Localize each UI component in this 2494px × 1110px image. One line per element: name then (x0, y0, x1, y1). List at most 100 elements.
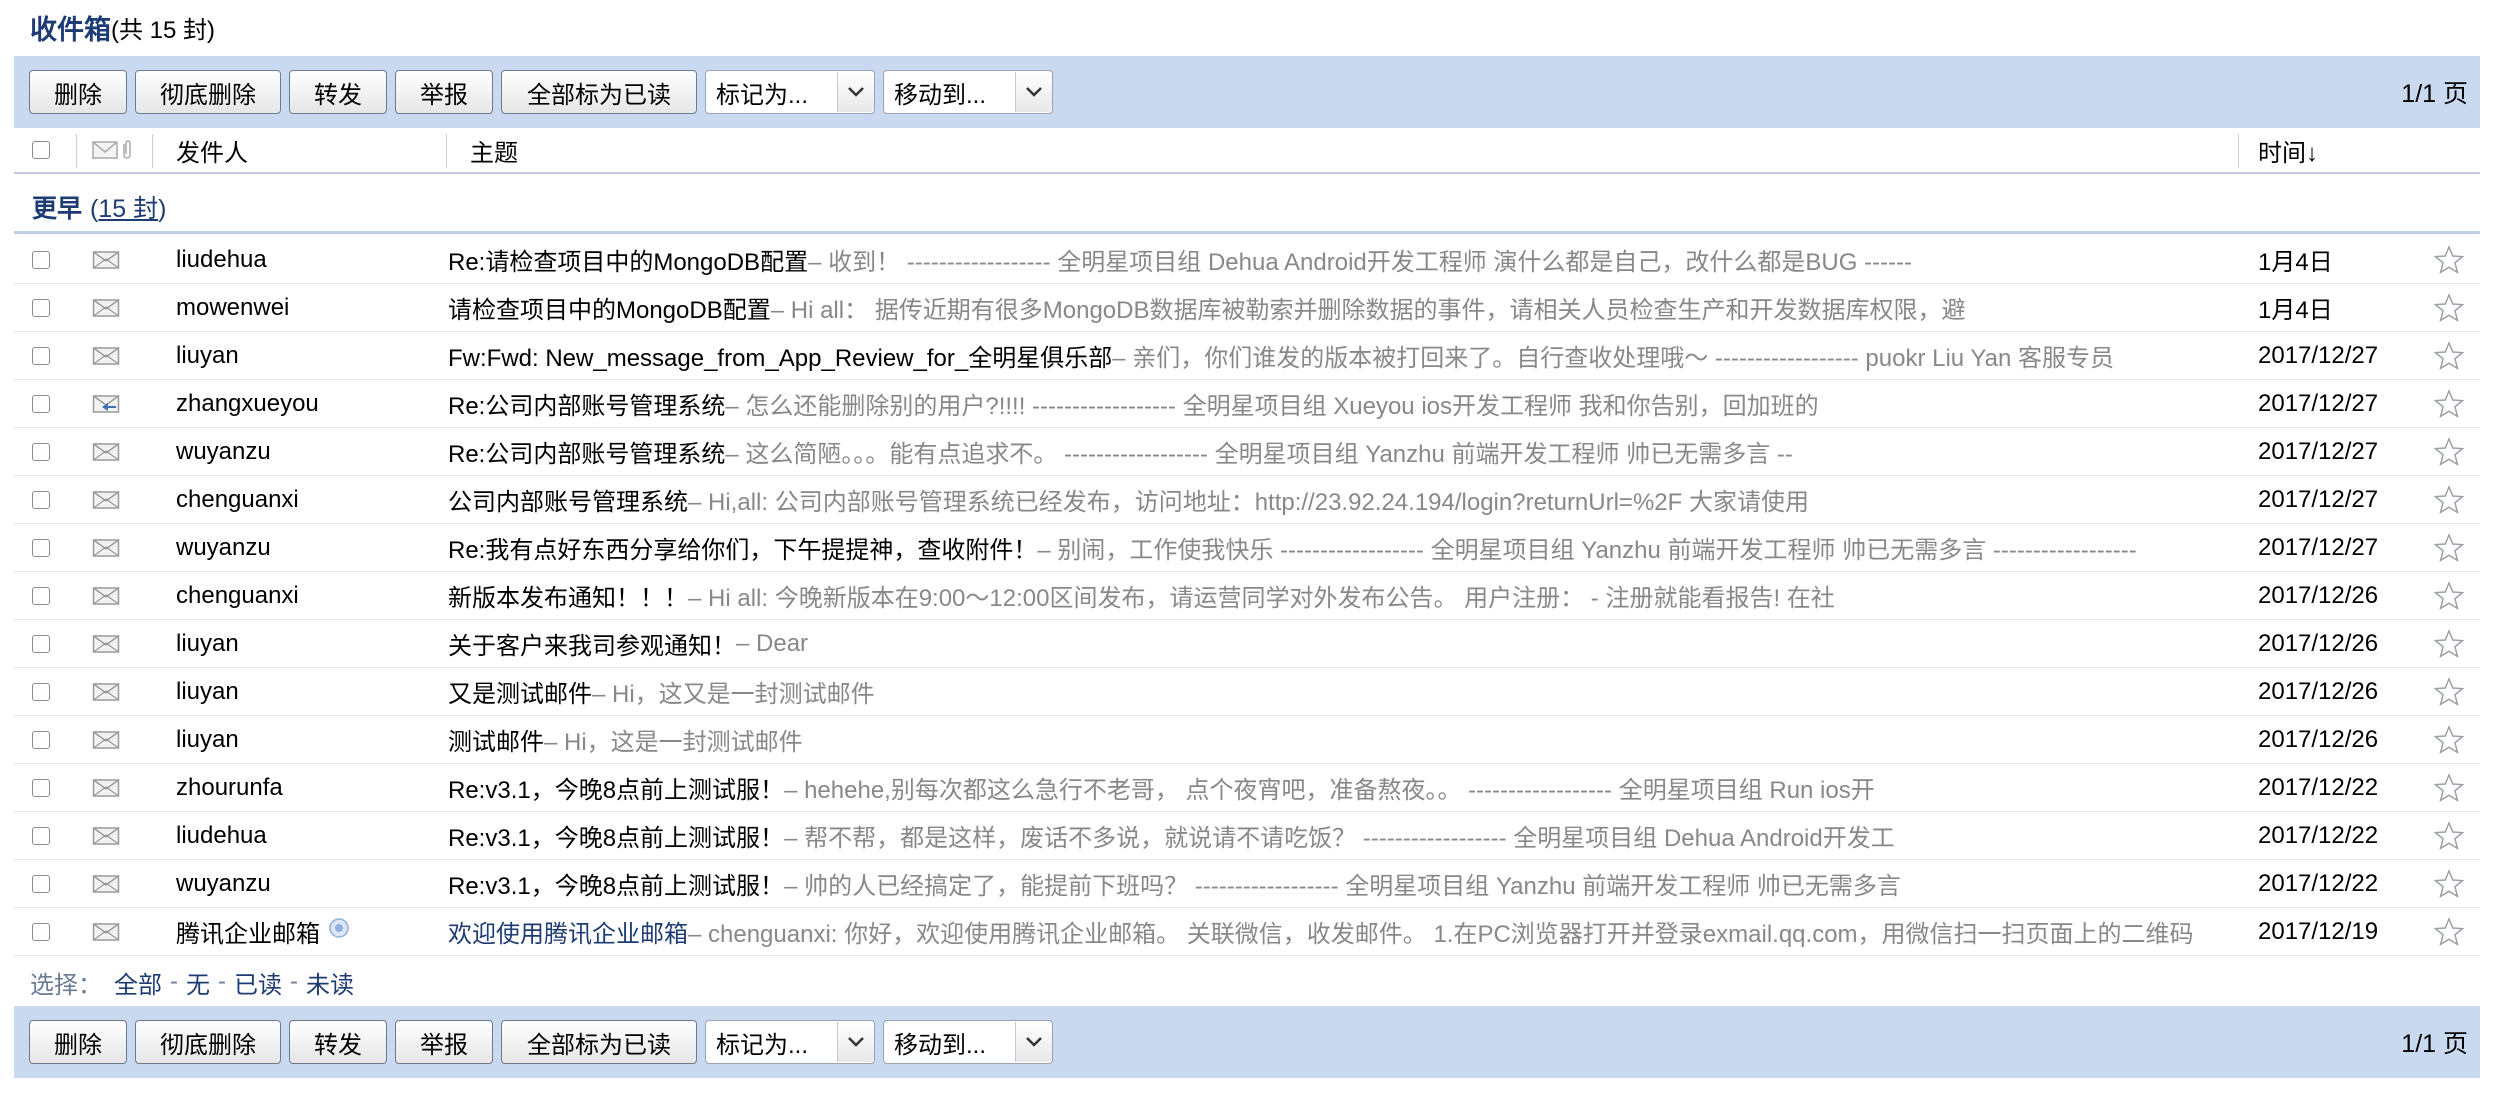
star-icon[interactable] (2434, 764, 2464, 811)
mail-subject-cell[interactable]: Re:公司内部账号管理系统 – 怎么还能删除别的用户?!!!! --------… (448, 380, 2238, 427)
delete-permanent-button[interactable]: 彻底删除 (135, 1020, 281, 1064)
mail-row[interactable]: liudehua Re:v3.1，今晚8点前上测试服！ – 帮不帮，都是这样，废话… (14, 812, 2480, 860)
mail-sender[interactable]: liuyan (176, 668, 456, 715)
mail-row-checkbox-cell[interactable] (32, 668, 50, 715)
mark-as-select[interactable]: 标记为... (705, 70, 875, 114)
mail-row-checkbox[interactable] (32, 874, 50, 893)
mail-row[interactable]: zhourunfa Re:v3.1，今晚8点前上测试服！ – hehehe,别每次… (14, 764, 2480, 812)
forward-button[interactable]: 转发 (289, 1020, 387, 1064)
mail-subject-cell[interactable]: 欢迎使用腾讯企业邮箱 – chenguanxi: 你好，欢迎使用腾讯企业邮箱。 … (448, 908, 2238, 955)
mark-all-read-button[interactable]: 全部标为已读 (501, 1020, 697, 1064)
mail-row[interactable]: chenguanxi 新版本发布通知！！！ – Hi all: 今晚新版本在9:0… (14, 572, 2480, 620)
star-icon[interactable] (2434, 236, 2464, 283)
mail-subject[interactable]: Re:公司内部账号管理系统 (448, 434, 725, 469)
mail-subject-cell[interactable]: Fw:Fwd: New_message_from_App_Review_for_… (448, 332, 2238, 379)
mail-sender[interactable]: zhourunfa (176, 764, 456, 811)
delete-button[interactable]: 删除 (29, 70, 127, 114)
star-icon[interactable] (2434, 668, 2464, 715)
mail-row-checkbox-cell[interactable] (32, 428, 50, 475)
mail-subject-cell[interactable]: Re:公司内部账号管理系统 – 这么简陋。。。能有点追求不。 ---------… (448, 428, 2238, 475)
mail-sender[interactable]: liuyan (176, 620, 456, 667)
mail-sender[interactable]: mowenwei (176, 284, 456, 331)
mail-row[interactable]: wuyanzu Re:公司内部账号管理系统 – 这么简陋。。。能有点追求不。 --… (14, 428, 2480, 476)
move-to-select[interactable]: 移动到... (883, 70, 1053, 114)
mail-row[interactable]: liuyan 又是测试邮件 – Hi，这又是一封测试邮件 2017/12/26 (14, 668, 2480, 716)
mail-sender[interactable]: wuyanzu (176, 524, 456, 571)
select-unread-link[interactable]: 未读 (306, 965, 354, 1000)
mail-row[interactable]: wuyanzu Re:我有点好东西分享给你们，下午提提神，查收附件！ – 别闹，工… (14, 524, 2480, 572)
star-icon[interactable] (2434, 284, 2464, 331)
mail-subject-cell[interactable]: 新版本发布通知！！！ – Hi all: 今晚新版本在9:00～12:00区间发… (448, 572, 2238, 619)
mail-row-checkbox-cell[interactable] (32, 908, 50, 955)
mail-row-checkbox-cell[interactable] (32, 476, 50, 523)
delete-button[interactable]: 删除 (29, 1020, 127, 1064)
mail-row-checkbox-cell[interactable] (32, 284, 50, 331)
mail-sender[interactable]: chenguanxi (176, 572, 456, 619)
mail-subject[interactable]: 欢迎使用腾讯企业邮箱 (448, 914, 688, 949)
mail-row-checkbox[interactable] (32, 394, 50, 413)
mail-sender[interactable]: 腾讯企业邮箱 (176, 908, 456, 955)
mail-subject-cell[interactable]: Re:v3.1，今晚8点前上测试服！ – 帅的人已经搞定了，能提前下班吗？ --… (448, 860, 2238, 907)
mail-subject[interactable]: Re:v3.1，今晚8点前上测试服！ (448, 818, 784, 853)
mark-as-select[interactable]: 标记为... (705, 1020, 875, 1064)
mail-row[interactable]: liudehua Re:请检查项目中的MongoDB配置 – 收到！ ------… (14, 236, 2480, 284)
mail-subject-cell[interactable]: 公司内部账号管理系统 – Hi,all: 公司内部账号管理系统已经发布，访问地址… (448, 476, 2238, 523)
star-icon[interactable] (2434, 524, 2464, 571)
star-icon[interactable] (2434, 812, 2464, 859)
mail-subject-cell[interactable]: Re:v3.1，今晚8点前上测试服！ – hehehe,别每次都这么急行不老哥，… (448, 764, 2238, 811)
mail-subject-cell[interactable]: Re:我有点好东西分享给你们，下午提提神，查收附件！ – 别闹，工作使我快乐 -… (448, 524, 2238, 571)
mail-subject[interactable]: Re:请检查项目中的MongoDB配置 (448, 242, 808, 277)
mail-sender[interactable]: liudehua (176, 236, 456, 283)
mail-subject[interactable]: 公司内部账号管理系统 (448, 482, 688, 517)
star-icon[interactable] (2434, 428, 2464, 475)
mail-subject[interactable]: Re:v3.1，今晚8点前上测试服！ (448, 770, 784, 805)
select-all-link[interactable]: 全部 (114, 965, 162, 1000)
star-icon[interactable] (2434, 380, 2464, 427)
mail-row-checkbox-cell[interactable] (32, 380, 50, 427)
mail-subject[interactable]: 又是测试邮件 (448, 674, 592, 709)
star-icon[interactable] (2434, 332, 2464, 379)
mail-row-checkbox-cell[interactable] (32, 332, 50, 379)
mail-sender[interactable]: liuyan (176, 332, 456, 379)
star-icon[interactable] (2434, 620, 2464, 667)
mail-sender[interactable]: chenguanxi (176, 476, 456, 523)
mail-type-column[interactable] (92, 128, 134, 172)
select-none-link[interactable]: 无 (186, 965, 210, 1000)
mark-all-read-button[interactable]: 全部标为已读 (501, 70, 697, 114)
sender-column-header[interactable]: 发件人 (176, 128, 248, 172)
mail-subject-cell[interactable]: 关于客户来我司参观通知！ – Dear (448, 620, 2238, 667)
mail-row-checkbox[interactable] (32, 730, 50, 749)
star-icon[interactable] (2434, 476, 2464, 523)
report-button[interactable]: 举报 (395, 1020, 493, 1064)
mail-row-checkbox[interactable] (32, 490, 50, 509)
mail-row-checkbox[interactable] (32, 442, 50, 461)
mail-sender[interactable]: liudehua (176, 812, 456, 859)
subject-column-header[interactable]: 主题 (470, 128, 518, 172)
mail-sender[interactable]: zhangxueyou (176, 380, 456, 427)
mail-row-checkbox-cell[interactable] (32, 716, 50, 763)
mail-row-checkbox-cell[interactable] (32, 236, 50, 283)
mail-row-checkbox[interactable] (32, 682, 50, 701)
delete-permanent-button[interactable]: 彻底删除 (135, 70, 281, 114)
mail-subject[interactable]: Re:v3.1，今晚8点前上测试服！ (448, 866, 784, 901)
mail-subject-cell[interactable]: Re:v3.1，今晚8点前上测试服！ – 帮不帮，都是这样，废话不多说，就说请不… (448, 812, 2238, 859)
mail-row[interactable]: chenguanxi 公司内部账号管理系统 – Hi,all: 公司内部账号管理系… (14, 476, 2480, 524)
mail-row-checkbox[interactable] (32, 538, 50, 557)
select-read-link[interactable]: 已读 (234, 965, 282, 1000)
mail-row-checkbox[interactable] (32, 298, 50, 317)
mail-row[interactable]: zhangxueyou Re:公司内部账号管理系统 – 怎么还能删除别的用户?!!… (14, 380, 2480, 428)
mail-row-checkbox[interactable] (32, 634, 50, 653)
forward-button[interactable]: 转发 (289, 70, 387, 114)
mail-row[interactable]: wuyanzu Re:v3.1，今晚8点前上测试服！ – 帅的人已经搞定了，能提前… (14, 860, 2480, 908)
mail-subject[interactable]: 请检查项目中的MongoDB配置 (448, 290, 771, 325)
mail-row-checkbox-cell[interactable] (32, 524, 50, 571)
mail-subject-cell[interactable]: 又是测试邮件 – Hi，这又是一封测试邮件 (448, 668, 2238, 715)
star-icon[interactable] (2434, 908, 2464, 955)
move-to-select[interactable]: 移动到... (883, 1020, 1053, 1064)
mail-subject-cell[interactable]: 请检查项目中的MongoDB配置 – Hi all： 据传近期有很多MongoD… (448, 284, 2238, 331)
mail-row-checkbox-cell[interactable] (32, 764, 50, 811)
mail-row-checkbox[interactable] (32, 586, 50, 605)
mail-subject[interactable]: Re:我有点好东西分享给你们，下午提提神，查收附件！ (448, 530, 1037, 565)
star-icon[interactable] (2434, 860, 2464, 907)
mail-subject[interactable]: Fw:Fwd: New_message_from_App_Review_for_… (448, 338, 1112, 373)
